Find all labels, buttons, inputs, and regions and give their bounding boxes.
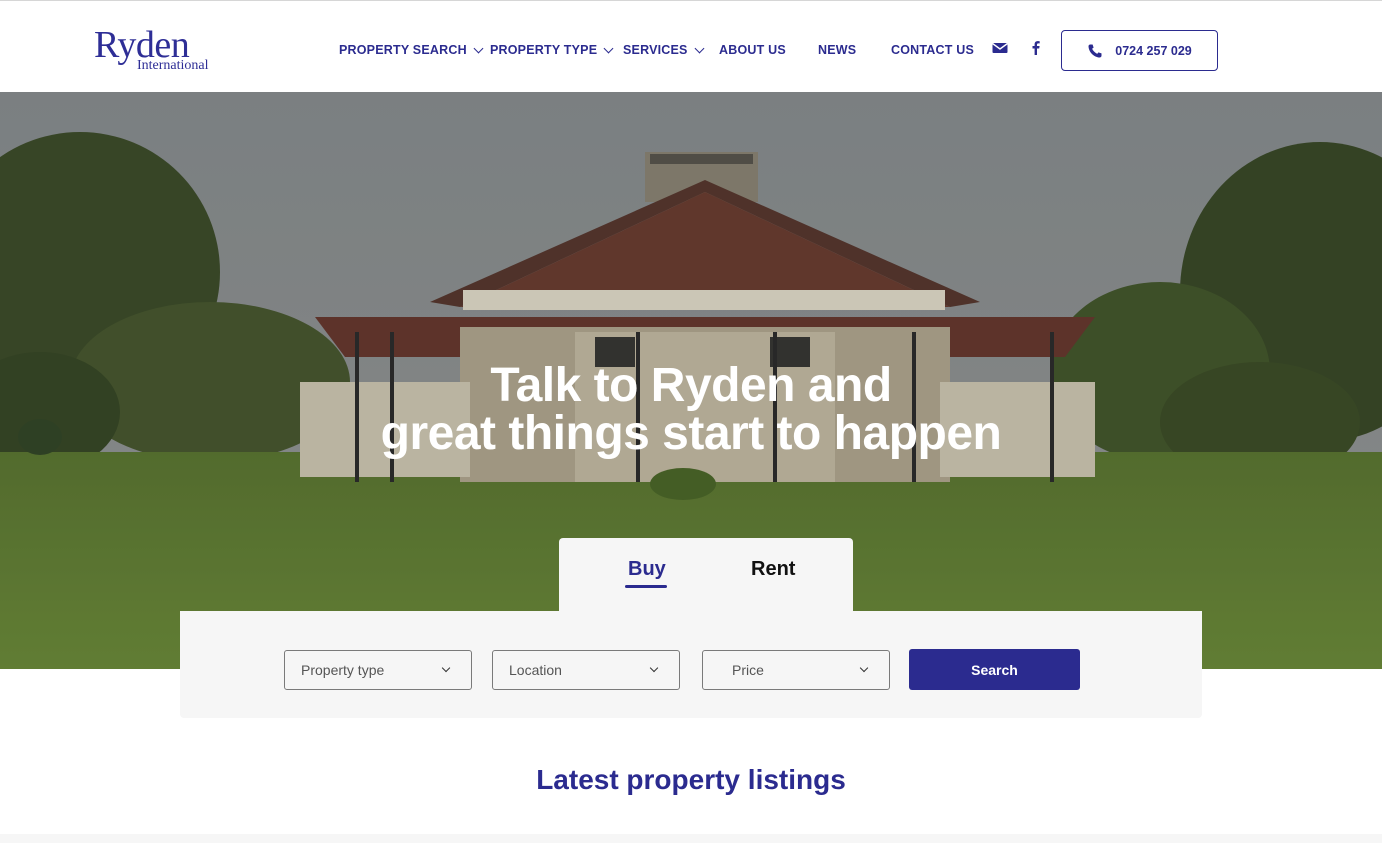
nav-property-type[interactable]: PROPERTY TYPE — [490, 41, 614, 59]
property-type-select[interactable]: Property type — [284, 650, 472, 690]
nav-label: NEWS — [818, 43, 857, 57]
nav-label: ABOUT US — [719, 43, 786, 57]
chevron-down-icon — [859, 663, 869, 673]
select-value: Property type — [301, 662, 385, 678]
nav-label: PROPERTY TYPE — [490, 43, 598, 57]
nav-label: SERVICES — [623, 43, 688, 57]
logo-subtitle: International — [137, 58, 209, 73]
chevron-down-icon — [441, 663, 451, 673]
active-tab-indicator — [625, 585, 667, 588]
hero-heading-line-2: great things start to happen — [380, 407, 1002, 460]
chevron-down-icon — [694, 43, 705, 53]
hero-heading-line-1: Talk to Ryden and — [490, 359, 892, 412]
nav-label: CONTACT US — [891, 43, 975, 57]
logo[interactable]: Ryden International — [94, 25, 224, 75]
phone-button[interactable]: 0724 257 029 — [1061, 30, 1218, 71]
select-value: Location — [509, 662, 562, 678]
mail-icon[interactable] — [991, 39, 1009, 57]
search-tabs: Buy Rent — [559, 538, 853, 612]
chevron-down-icon — [649, 663, 659, 673]
tab-rent[interactable]: Rent — [751, 558, 795, 581]
nav-services[interactable]: SERVICES — [623, 41, 705, 59]
hero-heading: Talk to Ryden and great things start to … — [0, 362, 1382, 458]
nav-news[interactable]: NEWS — [818, 41, 856, 59]
location-select[interactable]: Location — [492, 650, 680, 690]
listings-section-start — [0, 834, 1382, 843]
latest-listings-heading: Latest property listings — [536, 764, 846, 795]
select-value: Price — [732, 662, 764, 678]
phone-number: 0724 257 029 — [1115, 43, 1192, 58]
nav-about-us[interactable]: ABOUT US — [719, 41, 786, 59]
nav-contact-us[interactable]: CONTACT US — [891, 41, 974, 59]
search-button[interactable]: Search — [909, 649, 1080, 690]
tab-buy[interactable]: Buy — [628, 558, 666, 581]
nav-label: PROPERTY SEARCH — [339, 43, 467, 57]
nav-property-search[interactable]: PROPERTY SEARCH — [339, 41, 484, 59]
facebook-icon[interactable] — [1027, 39, 1045, 57]
price-select[interactable]: Price — [702, 650, 890, 690]
phone-icon — [1088, 44, 1102, 57]
property-search-panel: Property type Location Price Search — [180, 611, 1202, 718]
chevron-down-icon — [473, 43, 484, 53]
chevron-down-icon — [603, 43, 614, 53]
site-header: Ryden International PROPERTY SEARCH PROP… — [0, 0, 1382, 92]
